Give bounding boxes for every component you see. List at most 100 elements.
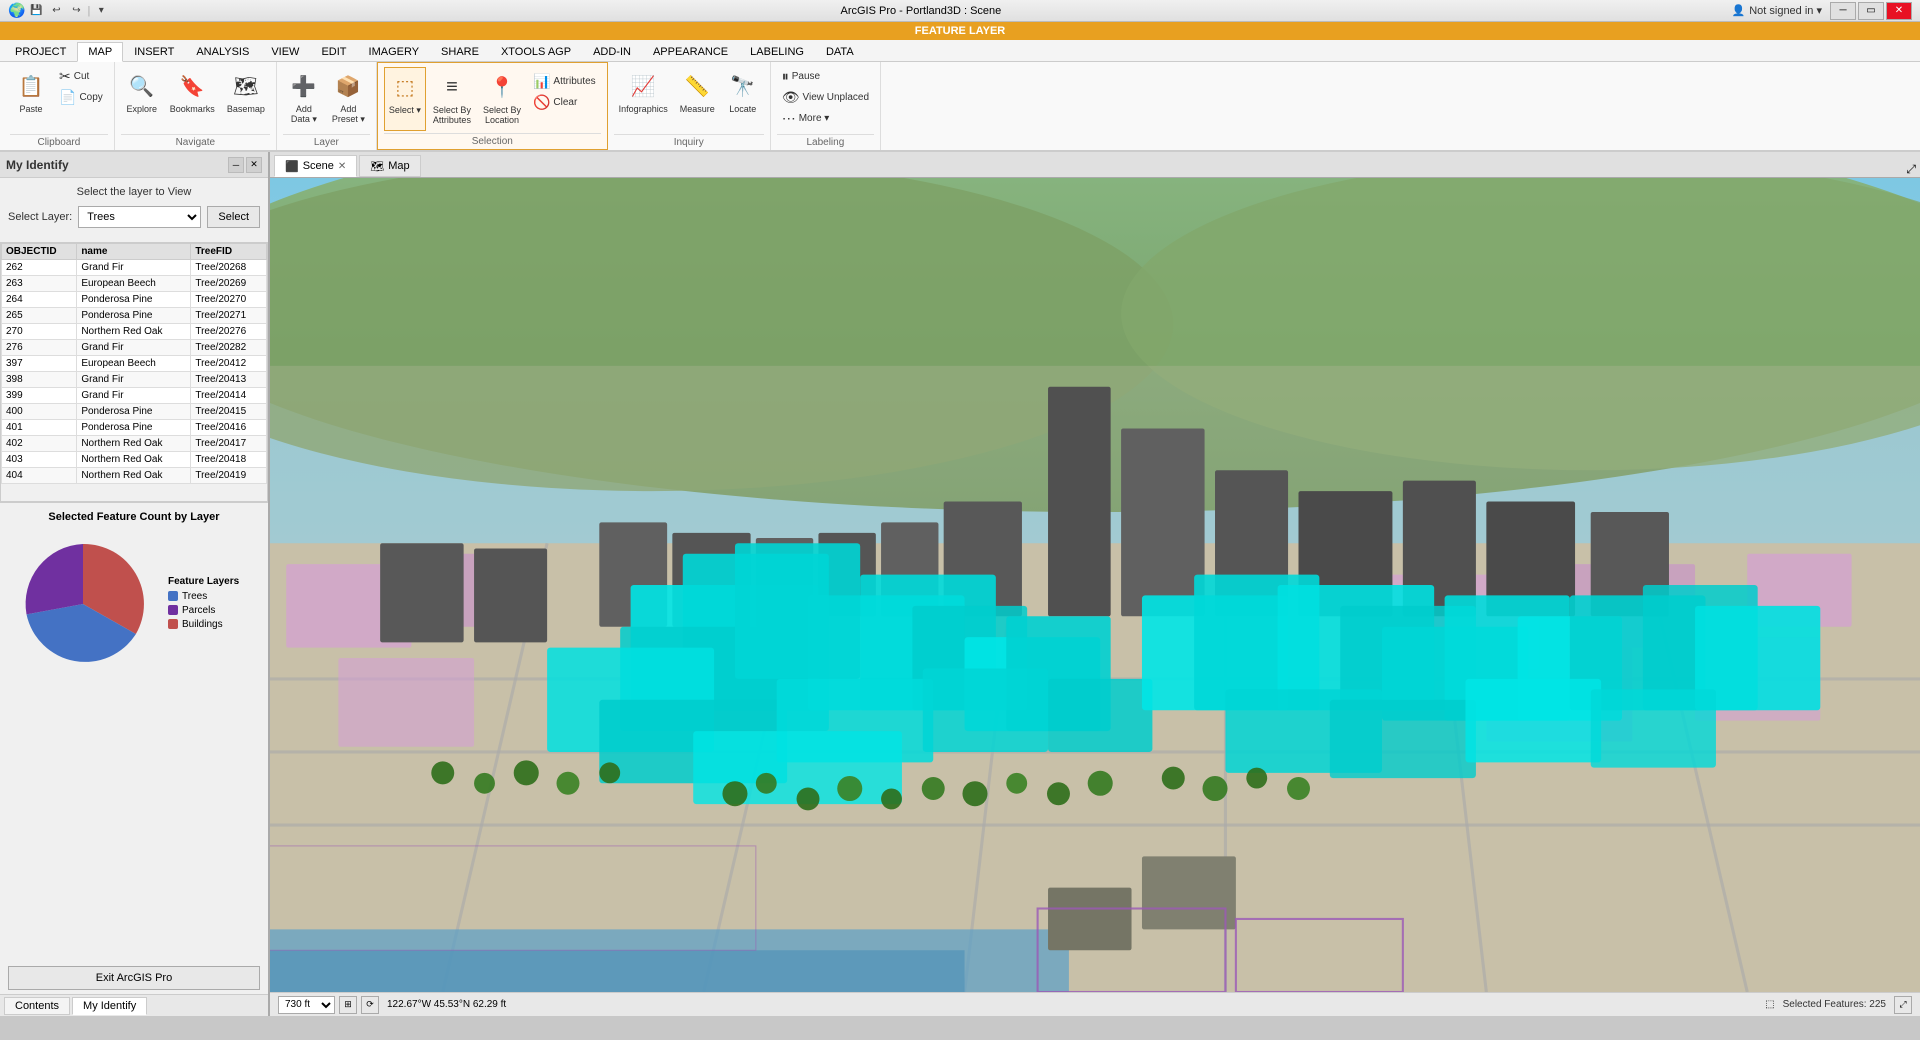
table-row[interactable]: 397European BeechTree/20412 (2, 356, 267, 372)
scale-sync-btn[interactable]: ⟳ (361, 996, 379, 1014)
attributes-icon: 📊 (533, 73, 550, 90)
explore-icon: 🔍 (126, 70, 158, 102)
table-row[interactable]: 400Ponderosa PineTree/20415 (2, 404, 267, 420)
exit-arcgis-btn[interactable]: Exit ArcGIS Pro (8, 966, 260, 990)
scene-tab-close[interactable]: ✕ (338, 161, 346, 172)
select-icon: ⬚ (389, 71, 421, 103)
table-row[interactable]: 402Northern Red OakTree/20417 (2, 436, 267, 452)
tab-contents[interactable]: Contents (4, 997, 70, 1015)
table-row[interactable]: 401Ponderosa PineTree/20416 (2, 420, 267, 436)
tab-data[interactable]: DATA (815, 41, 865, 61)
inquiry-group-label: Inquiry (614, 134, 764, 150)
tab-share[interactable]: SHARE (430, 41, 490, 61)
status-left: 730 ft 1000 ft 500 ft ⊞ ⟳ 122.67°W 45.53… (278, 996, 506, 1014)
tab-xtools[interactable]: XTOOLS AGP (490, 41, 582, 61)
infographics-btn[interactable]: 📈 Infographics (614, 66, 673, 130)
paste-btn[interactable]: 📋 Paste (10, 66, 52, 130)
ribbon-group-selection: ⬚ Select ▾ ≡ Select ByAttributes 📍 Selec… (377, 62, 608, 150)
pause-btn[interactable]: ⏸ Pause (777, 66, 874, 86)
close-btn[interactable]: ✕ (1886, 2, 1912, 20)
explore-btn[interactable]: 🔍 Explore (121, 66, 163, 130)
locate-icon: 🔭 (727, 70, 759, 102)
restore-btn[interactable]: ▭ (1858, 2, 1884, 20)
add-data-icon: ➕ (288, 70, 320, 102)
user-account[interactable]: 👤 Not signed in ▾ (1732, 4, 1823, 17)
table-row[interactable]: 399Grand FirTree/20414 (2, 388, 267, 404)
select-layer-btn[interactable]: Select (207, 206, 260, 228)
add-data-btn[interactable]: ➕ AddData ▾ (283, 66, 325, 130)
select-by-location-btn[interactable]: 📍 Select ByLocation (478, 67, 526, 131)
select-by-attributes-btn[interactable]: ≡ Select ByAttributes (428, 67, 476, 131)
map-maximize-btn[interactable]: ⤢ (1906, 162, 1916, 177)
ribbon-group-clipboard: 📋 Paste ✂ Cut 📄 Copy Clipboard (4, 62, 115, 150)
map-icon: 🗺 (370, 160, 384, 173)
table-row[interactable]: 262Grand FirTree/20268 (2, 260, 267, 276)
tab-project[interactable]: PROJECT (4, 41, 77, 61)
tab-map[interactable]: MAP (77, 42, 123, 62)
bookmarks-btn[interactable]: 🔖 Bookmarks (165, 66, 220, 130)
expand-btn[interactable]: ⤢ (1894, 996, 1912, 1014)
ribbon-group-layer: ➕ AddData ▾ 📦 AddPreset ▾ Layer (277, 62, 377, 150)
measure-btn[interactable]: 📏 Measure (675, 66, 720, 130)
panel-minimize-btn[interactable]: ─ (228, 157, 244, 173)
tab-insert[interactable]: INSERT (123, 41, 185, 61)
map-tab-map[interactable]: 🗺 Map (359, 155, 420, 177)
minimize-btn[interactable]: ─ (1830, 2, 1856, 20)
customize-qa-btn[interactable]: ▾ (92, 3, 110, 19)
table-row[interactable]: 263European BeechTree/20269 (2, 276, 267, 292)
tab-my-identify[interactable]: My Identify (72, 997, 147, 1015)
tab-analysis[interactable]: ANALYSIS (185, 41, 260, 61)
tab-edit[interactable]: EDIT (310, 41, 357, 61)
table-row[interactable]: 264Ponderosa PineTree/20270 (2, 292, 267, 308)
table-row[interactable]: 404Northern Red OakTree/20419 (2, 468, 267, 484)
window-title: ArcGIS Pro - Portland3D : Scene (110, 5, 1731, 17)
tab-labeling[interactable]: LABELING (739, 41, 815, 61)
chart-area: Feature Layers Trees Parcels Buildings (8, 529, 260, 679)
copy-icon: 📄 (59, 89, 76, 106)
data-table-container: OBJECTID name TreeFID 262Grand FirTree/2… (0, 242, 268, 502)
copy-btn[interactable]: 📄 Copy (54, 87, 108, 107)
undo-qa-btn[interactable]: ↩ (47, 3, 65, 19)
scale-select[interactable]: 730 ft 1000 ft 500 ft (278, 996, 335, 1014)
redo-qa-btn[interactable]: ↪ (67, 3, 85, 19)
clear-btn[interactable]: 🚫 Clear (528, 92, 601, 112)
attributes-btn[interactable]: 📊 Attributes (528, 71, 601, 91)
layer-dropdown[interactable]: Trees Parcels Buildings (78, 206, 201, 228)
tab-view[interactable]: VIEW (260, 41, 310, 61)
map-tabs: ⬛ Scene ✕ 🗺 Map ⤢ (270, 152, 1920, 178)
locate-btn[interactable]: 🔭 Locate (722, 66, 764, 130)
view-unplaced-btn[interactable]: 👁 View Unplaced (777, 87, 874, 107)
selected-features-icon: ⬚ (1765, 999, 1774, 1010)
scale-control: 730 ft 1000 ft 500 ft ⊞ ⟳ (278, 996, 379, 1014)
table-body: 262Grand FirTree/20268263European BeechT… (2, 260, 267, 484)
more-labeling-btn[interactable]: ⋯ More ▾ (777, 108, 874, 128)
tab-addin[interactable]: ADD-IN (582, 41, 642, 61)
map-tab-scene[interactable]: ⬛ Scene ✕ (274, 155, 357, 177)
cut-btn[interactable]: ✂ Cut (54, 66, 108, 86)
select-btn-ribbon[interactable]: ⬚ Select ▾ (384, 67, 426, 131)
table-row[interactable]: 276Grand FirTree/20282 (2, 340, 267, 356)
col-name: name (77, 244, 191, 260)
clear-icon: 🚫 (533, 94, 550, 111)
table-row[interactable]: 265Ponderosa PineTree/20271 (2, 308, 267, 324)
table-row[interactable]: 398Grand FirTree/20413 (2, 372, 267, 388)
add-preset-btn[interactable]: 📦 AddPreset ▾ (327, 66, 370, 130)
trees-color (168, 591, 178, 601)
status-bar: 730 ft 1000 ft 500 ft ⊞ ⟳ 122.67°W 45.53… (270, 992, 1920, 1016)
table-row[interactable]: 403Northern Red OakTree/20418 (2, 452, 267, 468)
col-objectid: OBJECTID (2, 244, 77, 260)
scene-3d[interactable] (270, 178, 1920, 992)
col-treefid: TreeFID (191, 244, 267, 260)
save-qa-btn[interactable]: 💾 (27, 3, 45, 19)
table-row[interactable]: 270Northern Red OakTree/20276 (2, 324, 267, 340)
tab-imagery[interactable]: IMAGERY (358, 41, 431, 61)
basemap-btn[interactable]: 🗺 Basemap (222, 66, 270, 130)
panel-close-btn[interactable]: ✕ (246, 157, 262, 173)
scale-fit-btn[interactable]: ⊞ (339, 996, 357, 1014)
panel-title: My Identify (6, 158, 69, 172)
ribbon: 📋 Paste ✂ Cut 📄 Copy Clipboard 🔍 E (0, 62, 1920, 152)
feature-layer-banner: FEATURE LAYER (0, 22, 1920, 40)
ribbon-group-labeling: ⏸ Pause 👁 View Unplaced ⋯ More ▾ Labelin… (771, 62, 881, 150)
tab-appearance[interactable]: APPEARANCE (642, 41, 739, 61)
legend-trees: Trees (168, 591, 239, 602)
